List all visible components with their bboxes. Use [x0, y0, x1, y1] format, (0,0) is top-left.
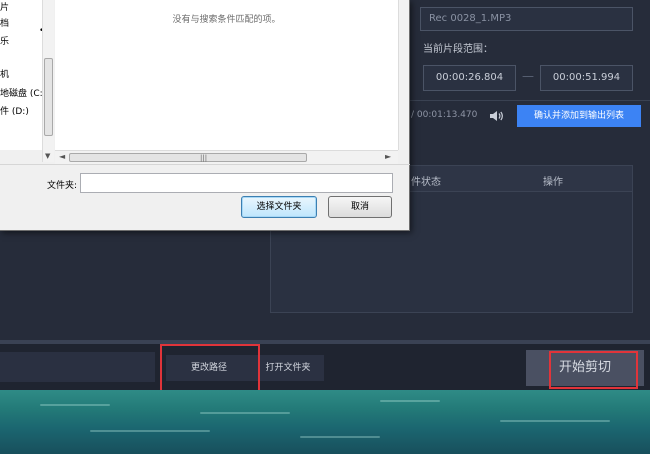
list-vertical-scrollbar[interactable]	[398, 0, 409, 150]
background-sea-image	[0, 390, 650, 454]
folder-label: 文件夹:	[47, 181, 78, 191]
confirm-add-button[interactable]: 确认并添加到输出列表	[517, 105, 641, 127]
folder-input[interactable]	[80, 173, 393, 193]
cancel-button[interactable]: 取消	[328, 196, 392, 218]
scroll-right-arrow-icon[interactable]: ►	[385, 152, 391, 161]
tree-item-drive-d[interactable]: 件 (D:)	[0, 104, 29, 117]
tree-vertical-scrollbar[interactable]: ▼	[42, 0, 54, 162]
select-folder-dialog: 片 档 乐 机 地磁盘 (C:) 件 (D:) • ▼ 没有与搜索条件匹配的项。…	[0, 0, 410, 231]
tree-item-documents[interactable]: 档	[0, 16, 9, 29]
file-list-pane: 没有与搜索条件匹配的项。	[55, 0, 398, 150]
tree-item-pictures[interactable]: 片	[0, 0, 9, 13]
dialog-separator	[0, 164, 410, 165]
start-time-input[interactable]: 00:00:26.804	[423, 65, 516, 91]
range-label: 当前片段范围：	[423, 44, 493, 55]
select-folder-button[interactable]: 选择文件夹	[241, 196, 317, 218]
empty-message: 没有与搜索条件匹配的项。	[172, 15, 281, 25]
grip-icon: |||	[200, 154, 208, 162]
folder-tree: 片 档 乐 机 地磁盘 (C:) 件 (D:) •	[0, 0, 46, 150]
list-horizontal-scrollbar[interactable]: ◄ ||| ►	[55, 150, 398, 164]
divider	[404, 100, 650, 101]
start-cut-button[interactable]: 开始剪切	[526, 350, 644, 386]
output-path-field	[0, 352, 155, 382]
tree-item-computer[interactable]: 机	[0, 67, 9, 80]
end-time-input[interactable]: 00:00:51.994	[540, 65, 633, 91]
open-folder-button[interactable]: 打开文件夹	[252, 355, 324, 381]
bottom-toolbar: 更改路径 打开文件夹 开始剪切	[0, 344, 650, 390]
change-path-button[interactable]: 更改路径	[166, 355, 252, 381]
total-duration: / 00:01:13.470	[411, 110, 478, 120]
scroll-thumb[interactable]	[44, 58, 53, 136]
volume-icon[interactable]	[488, 108, 504, 124]
filename-field: Rec 0028_1.MP3	[420, 7, 633, 31]
horizontal-scroll-thumb[interactable]: |||	[69, 153, 307, 162]
column-header-actions: 操作	[543, 177, 563, 188]
scroll-left-arrow-icon[interactable]: ◄	[59, 152, 65, 161]
column-header-status: 件状态	[411, 177, 441, 188]
tree-item-music[interactable]: 乐	[0, 34, 9, 47]
scroll-down-arrow-icon[interactable]: ▼	[45, 152, 50, 160]
time-separator: —	[522, 69, 534, 83]
tree-item-drive-c[interactable]: 地磁盘 (C:)	[0, 86, 46, 99]
